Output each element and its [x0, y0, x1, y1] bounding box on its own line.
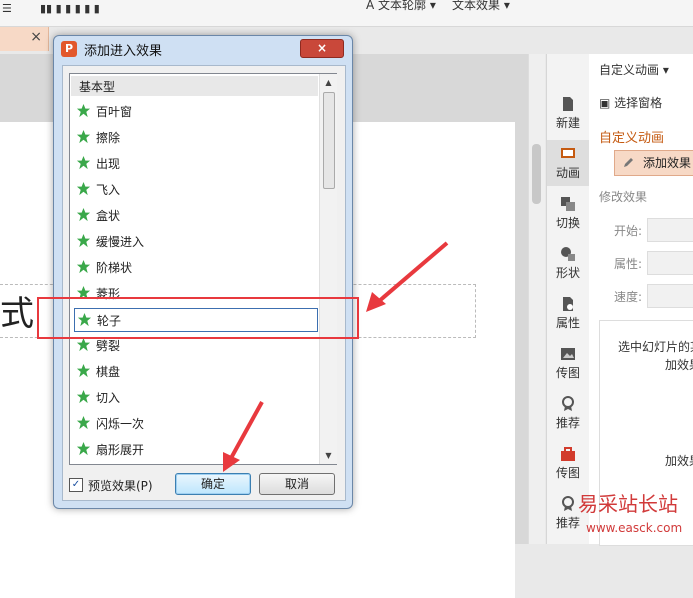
watermark-url: www.easck.com	[586, 521, 683, 535]
annotation-arrow-to-wheel	[376, 241, 449, 304]
annotation-arrows	[223, 241, 449, 472]
watermark-logo-text: 易采站长站	[578, 492, 678, 516]
annotation-arrowhead	[366, 292, 386, 312]
annotation-arrow-to-ok	[228, 401, 264, 461]
